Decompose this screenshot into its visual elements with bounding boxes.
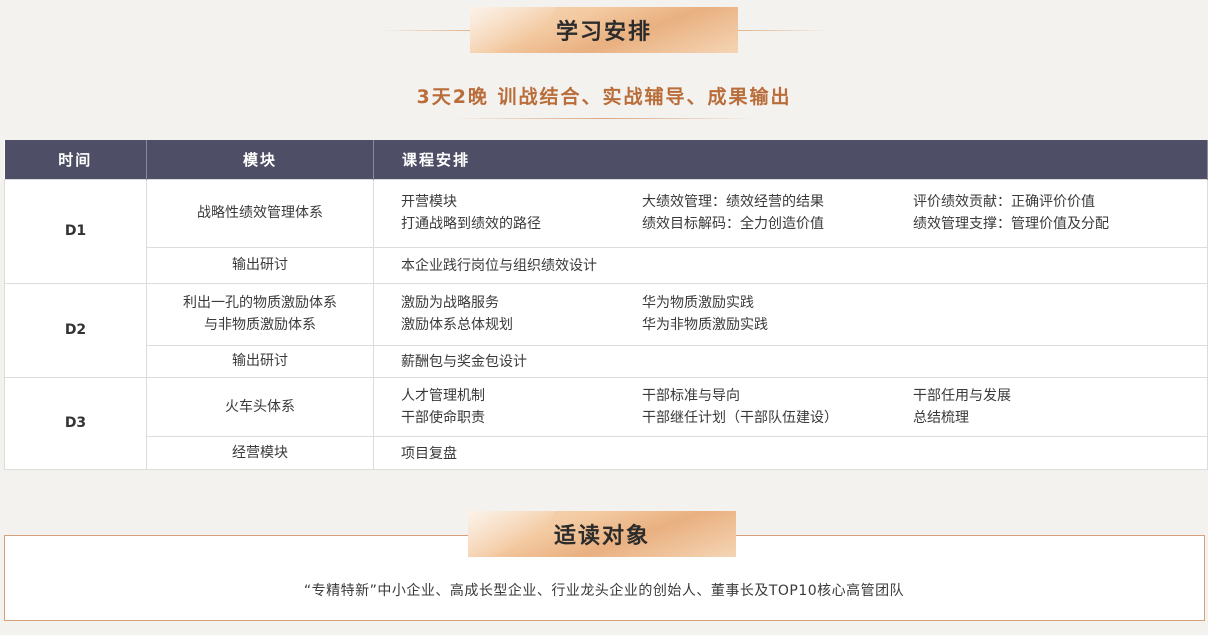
- module-name: 火车头体系: [225, 398, 295, 415]
- module-cell: 火车头体系: [146, 376, 374, 437]
- schedule-table: 时间 模块 课程安排 D1 战略性绩效管理体系 开营模块 大绩效管理：绩效经营的…: [4, 140, 1208, 470]
- course-item: 人才管理机制: [401, 387, 485, 404]
- table-row: 输出研讨 本企业践行岗位与组织绩效设计: [5, 246, 1208, 284]
- course-item: [913, 314, 1203, 336]
- module-name: 战略性绩效管理体系: [197, 205, 323, 221]
- course-item: 激励体系总体规划: [401, 317, 513, 333]
- arrangement-banner-area: 学习安排: [0, 7, 1208, 53]
- course-item: 干部继任计划（干部队伍建设）: [642, 409, 838, 426]
- audience-text: “专精特新”中小企业、高成长型企业、行业龙头企业的创始人、董事长及TOP10核心…: [303, 583, 905, 599]
- course-item: 华为物质激励实践: [642, 295, 754, 311]
- day-label: D3: [4, 376, 147, 470]
- day-label: D1: [4, 178, 147, 284]
- course-item: 绩效管理支撑：管理价值及分配: [913, 216, 1109, 232]
- course-item: 华为非物质激励实践: [642, 317, 768, 333]
- table-row: D3 火车头体系 人才管理机制 干部标准与导向 干部任用与发展 干部使命职责 干…: [4, 376, 1208, 470]
- course-cell: 人才管理机制 干部标准与导向 干部任用与发展 干部使命职责 干部继任计划（干部队…: [373, 376, 1208, 437]
- audience-banner-area: 适读对象: [0, 511, 1208, 557]
- subtitle-underline: [452, 118, 756, 119]
- module-name: 利出一孔的物质激励体系: [183, 295, 337, 311]
- course-item: 打通战略到绩效的路径: [401, 216, 541, 232]
- table-header-row: 时间 模块 课程安排: [4, 140, 1208, 179]
- course-cell: 项目复盘: [373, 435, 1208, 470]
- course-item: [913, 292, 1203, 314]
- course-item: 项目复盘: [401, 445, 457, 462]
- course-cell: 激励为战略服务 华为物质激励实践 激励体系总体规划 华为非物质激励实践: [373, 282, 1208, 346]
- course-item: 大绩效管理：绩效经营的结果: [642, 194, 824, 210]
- course-item: 本企业践行岗位与组织绩效设计: [401, 258, 597, 274]
- banner-divider-left: [380, 30, 472, 31]
- module-cell: 利出一孔的物质激励体系 与非物质激励体系: [146, 282, 374, 346]
- header-course: 课程安排: [373, 140, 1208, 179]
- module-name: 输出研讨: [232, 257, 288, 273]
- course-item: 干部任用与发展: [913, 387, 1011, 404]
- course-item: 薪酬包与奖金包设计: [401, 354, 527, 370]
- table-row: 经营模块 项目复盘: [5, 435, 1208, 470]
- header-module: 模块: [146, 140, 374, 179]
- module-cell: 经营模块: [146, 435, 374, 470]
- table-row: D1 战略性绩效管理体系 开营模块 大绩效管理：绩效经营的结果 评价绩效贡献：正…: [4, 178, 1208, 284]
- course-items: 人才管理机制 干部标准与导向 干部任用与发展 干部使命职责 干部继任计划（干部队…: [401, 385, 1207, 429]
- module-cell: 战略性绩效管理体系: [146, 178, 374, 248]
- course-item: 干部使命职责: [401, 409, 485, 426]
- banner-divider-right: [738, 30, 830, 31]
- module-cell: 输出研讨: [146, 246, 374, 284]
- course-cell: 开营模块 大绩效管理：绩效经营的结果 评价绩效贡献：正确评价价值 打通战略到绩效…: [373, 178, 1208, 248]
- header-time: 时间: [4, 140, 147, 179]
- audience-title: 适读对象: [553, 524, 650, 549]
- course-item: 开营模块: [401, 194, 457, 210]
- module-name: 与非物质激励体系: [204, 317, 316, 333]
- table-row: D2 利出一孔的物质激励体系 与非物质激励体系 激励为战略服务 华为物质激励实践…: [4, 282, 1208, 378]
- course-item: 干部标准与导向: [642, 387, 740, 404]
- arrangement-subtitle: 3天2晚 训战结合、实战辅导、成果输出: [416, 86, 792, 108]
- course-item: 评价绩效贡献：正确评价价值: [913, 194, 1095, 210]
- course-item: 绩效目标解码：全力创造价值: [642, 216, 824, 232]
- module-name: 经营模块: [232, 444, 288, 461]
- day-label: D2: [4, 282, 147, 378]
- audience-title-banner: 适读对象: [468, 511, 736, 557]
- course-item: 总结梳理: [913, 409, 969, 426]
- arrangement-title: 学习安排: [555, 20, 652, 45]
- course-items: 激励为战略服务 华为物质激励实践 激励体系总体规划 华为非物质激励实践: [401, 292, 1207, 336]
- course-items: 开营模块 大绩效管理：绩效经营的结果 评价绩效贡献：正确评价价值 打通战略到绩效…: [401, 191, 1207, 235]
- module-cell: 输出研讨: [146, 344, 374, 378]
- course-item: 激励为战略服务: [401, 295, 499, 311]
- module-name: 输出研讨: [232, 353, 288, 369]
- course-cell: 薪酬包与奖金包设计: [373, 344, 1208, 378]
- table-row: 输出研讨 薪酬包与奖金包设计: [5, 344, 1208, 378]
- course-cell: 本企业践行岗位与组织绩效设计: [373, 246, 1208, 284]
- arrangement-title-banner: 学习安排: [470, 7, 738, 53]
